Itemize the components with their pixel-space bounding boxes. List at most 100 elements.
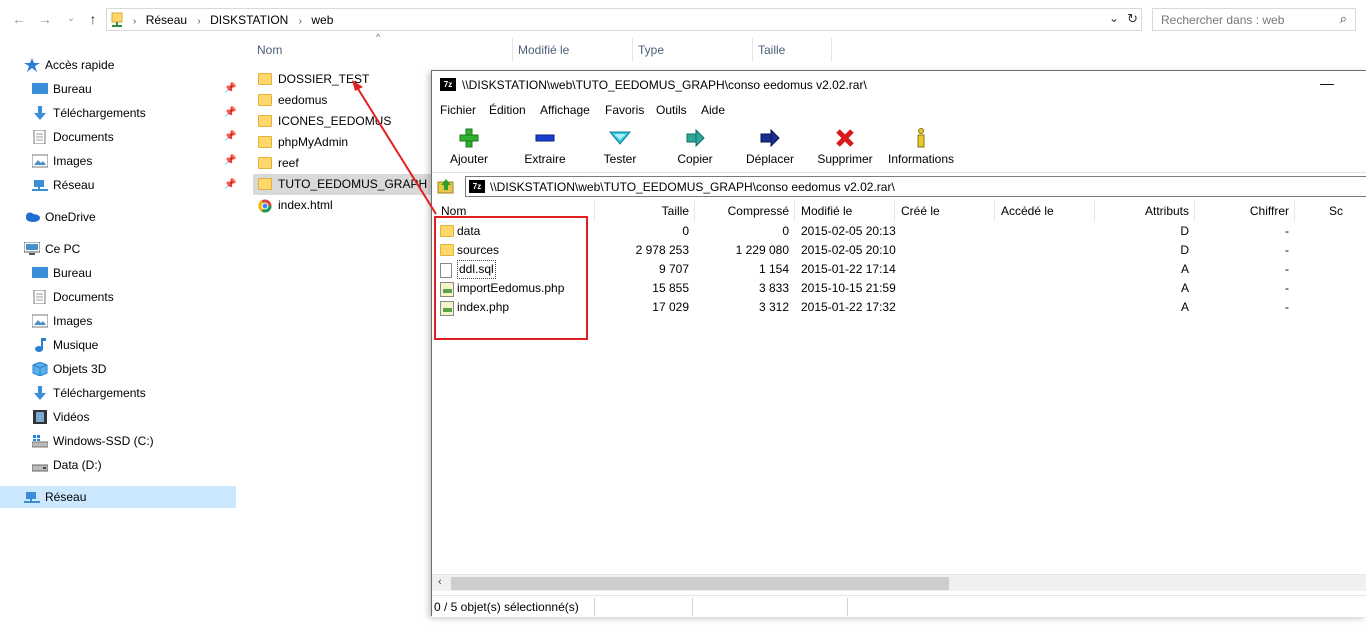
pictures-icon	[32, 314, 48, 328]
menu-favorites[interactable]: Favoris	[605, 103, 644, 117]
navigation-pane: Accès rapide Bureau 📌 Téléchargements 📌 …	[0, 38, 236, 639]
move-button[interactable]: Déplacer	[739, 125, 801, 169]
sidebar-item-pc-desktop[interactable]: Bureau	[0, 262, 236, 284]
sidebar-item-quick-access[interactable]: Accès rapide	[0, 54, 236, 76]
cell-name: importEedomus.php	[457, 281, 565, 295]
address-dropdown-icon[interactable]: ⌄	[1109, 11, 1119, 25]
list-item[interactable]: DOSSIER_TEST	[253, 69, 433, 90]
back-arrow-icon[interactable]: ←	[10, 10, 28, 28]
folder-up-icon[interactable]	[437, 177, 455, 195]
list-item[interactable]: reef	[253, 153, 433, 174]
column-divider[interactable]	[831, 38, 832, 62]
sidebar-item-downloads[interactable]: Téléchargements 📌	[0, 102, 236, 124]
sevenzip-titlebar[interactable]: 7z \\DISKSTATION\web\TUTO_EEDOMUS_GRAPH\…	[432, 71, 1366, 99]
minimize-button[interactable]: —	[1320, 75, 1334, 91]
list-item[interactable]: eedomus	[253, 90, 433, 111]
column-divider[interactable]	[752, 38, 753, 62]
column-header-created[interactable]: Créé le	[901, 201, 940, 221]
column-header-sc[interactable]: Sc	[1329, 201, 1343, 221]
test-button[interactable]: Tester	[589, 125, 651, 169]
info-button[interactable]: Informations	[885, 125, 957, 169]
toolbar-label: Copier	[677, 152, 713, 166]
sidebar-item-documents[interactable]: Documents 📌	[0, 126, 236, 148]
sidebar-item-videos[interactable]: Vidéos	[0, 406, 236, 428]
delete-button[interactable]: Supprimer	[814, 125, 876, 169]
list-item[interactable]: ICONES_EEDOMUS	[253, 111, 433, 132]
menu-tools[interactable]: Outils	[656, 103, 687, 117]
sidebar-item-network[interactable]: Réseau	[0, 486, 236, 508]
path-input[interactable]: 7z \\DISKSTATION\web\TUTO_EEDOMUS_GRAPH\…	[465, 176, 1366, 197]
list-item[interactable]: index.html	[253, 195, 433, 216]
folder-icon	[258, 73, 272, 85]
breadcrumb-item[interactable]: Réseau	[146, 12, 187, 28]
column-divider[interactable]	[512, 38, 513, 62]
menu-help[interactable]: Aide	[701, 103, 725, 117]
download-arrow-icon	[34, 106, 46, 120]
cell-size: 17 029	[652, 300, 689, 314]
column-header-size[interactable]: Taille	[758, 38, 785, 62]
sidebar-item-onedrive[interactable]: OneDrive	[0, 206, 236, 228]
column-header-modified[interactable]: Modifié le	[518, 38, 569, 62]
scroll-left-arrow-icon[interactable]: ‹	[438, 576, 442, 588]
breadcrumb-chevron-icon: ›	[133, 16, 137, 27]
documents-icon	[33, 290, 46, 304]
document-icon	[440, 263, 452, 278]
sidebar-item-this-pc[interactable]: Ce PC	[0, 238, 236, 260]
list-item[interactable]: phpMyAdmin	[253, 132, 433, 153]
sidebar-item-pc-downloads[interactable]: Téléchargements	[0, 382, 236, 404]
add-button[interactable]: Ajouter	[438, 125, 500, 169]
column-divider[interactable]	[994, 201, 995, 221]
toolbar-label: Déplacer	[745, 152, 795, 166]
path-row: 7z \\DISKSTATION\web\TUTO_EEDOMUS_GRAPH\…	[432, 173, 1366, 199]
up-arrow-icon[interactable]: ↑	[84, 10, 102, 28]
table-row[interactable]: sources 2 978 253 1 229 080 2015-02-05 2…	[432, 241, 1366, 260]
sidebar-item-drive-d[interactable]: Data (D:)	[0, 454, 236, 476]
sidebar-item-music[interactable]: Musique	[0, 334, 236, 356]
column-divider[interactable]	[632, 38, 633, 62]
table-row[interactable]: ddl.sql 9 707 1 154 2015-01-22 17:14 A -	[432, 260, 1366, 279]
table-row[interactable]: index.php 17 029 3 312 2015-01-22 17:32 …	[432, 298, 1366, 317]
search-input[interactable]: Rechercher dans : web ⌕	[1152, 8, 1356, 31]
minus-icon	[535, 134, 555, 142]
column-header-name[interactable]: Nom	[441, 201, 466, 221]
column-header-accessed[interactable]: Accédé le	[1001, 201, 1054, 221]
breadcrumb-item[interactable]: DISKSTATION	[210, 12, 288, 28]
network-icon	[32, 180, 48, 191]
cell-attributes: A	[1180, 281, 1189, 295]
sidebar-item-drive-c[interactable]: Windows-SSD (C:)	[0, 430, 236, 452]
column-header-type[interactable]: Type	[638, 38, 664, 62]
column-header-attributes[interactable]: Attributs	[1094, 201, 1189, 221]
forward-arrow-icon[interactable]: →	[36, 10, 54, 28]
column-header-size[interactable]: Taille	[594, 201, 689, 221]
menu-edit[interactable]: Édition	[489, 103, 526, 117]
column-header-encrypted[interactable]: Chiffrer	[1194, 201, 1289, 221]
address-bar[interactable]: › Réseau › DISKSTATION › web ⌄ ↻	[106, 8, 1142, 31]
scrollbar-thumb[interactable]	[451, 577, 949, 590]
column-header-packed[interactable]: Compressé	[694, 201, 789, 221]
refresh-icon[interactable]: ↻	[1127, 11, 1138, 27]
horizontal-scrollbar[interactable]: ‹	[432, 574, 1366, 591]
pin-icon: 📌	[224, 83, 237, 94]
menu-file[interactable]: Fichier	[440, 103, 476, 117]
column-header-modified[interactable]: Modifié le	[801, 201, 852, 221]
menu-view[interactable]: Affichage	[540, 103, 590, 117]
table-row[interactable]: importEedomus.php 15 855 3 833 2015-10-1…	[432, 279, 1366, 298]
column-divider[interactable]	[894, 201, 895, 221]
cell-name: data	[457, 224, 481, 238]
sidebar-item-pc-documents[interactable]: Documents	[0, 286, 236, 308]
column-divider[interactable]	[794, 201, 795, 221]
sidebar-item-3d-objects[interactable]: Objets 3D	[0, 358, 236, 380]
sidebar-item-network-quick[interactable]: Réseau 📌	[0, 174, 236, 196]
column-header-name[interactable]: Nom	[257, 38, 282, 62]
list-item-selected[interactable]: TUTO_EEDOMUS_GRAPH	[253, 174, 433, 195]
extract-button[interactable]: Extraire	[514, 125, 576, 169]
table-row[interactable]: data 0 0 2015-02-05 20:13 D -	[432, 222, 1366, 241]
sidebar-item-pc-pictures[interactable]: Images	[0, 310, 236, 332]
check-icon	[609, 131, 631, 145]
breadcrumb-item[interactable]: web	[311, 12, 333, 28]
recent-locations-chevron-icon[interactable]: ⌄	[62, 10, 80, 28]
copy-button[interactable]: Copier	[664, 125, 726, 169]
sidebar-item-desktop[interactable]: Bureau 📌	[0, 78, 236, 100]
sidebar-item-pictures[interactable]: Images 📌	[0, 150, 236, 172]
column-divider[interactable]	[1294, 201, 1295, 221]
